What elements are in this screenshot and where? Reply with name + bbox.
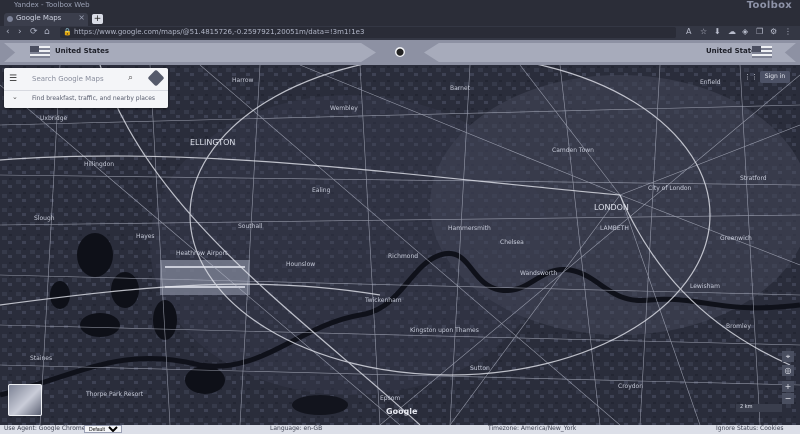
map-label[interactable]: Barnet bbox=[450, 85, 470, 92]
maps-favicon-icon bbox=[7, 16, 13, 22]
bookmark-icon[interactable]: A bbox=[686, 27, 691, 36]
compass-icon[interactable]: ⌖ bbox=[782, 351, 794, 362]
scale-bar[interactable]: 2 km bbox=[736, 404, 782, 412]
map-label[interactable]: Southall bbox=[238, 223, 262, 230]
map-label[interactable]: Epsom bbox=[380, 395, 400, 402]
map-label[interactable]: Hayes bbox=[136, 233, 155, 240]
map-label[interactable]: Bromley bbox=[726, 323, 751, 330]
window-title: Yandex - Toolbox Web bbox=[14, 1, 90, 9]
status-bar: Use Agent: Google Chrome Default Languag… bbox=[0, 425, 800, 434]
settings-icon[interactable]: ⚙ bbox=[770, 27, 777, 36]
map-label[interactable]: Staines bbox=[30, 355, 52, 362]
map-label[interactable]: Croydon bbox=[618, 383, 643, 390]
apps-grid-icon[interactable]: ⋮⋮ bbox=[744, 73, 758, 81]
user-agent-select[interactable]: Default bbox=[84, 425, 122, 433]
status-cookies: Ignore Status: Cookies bbox=[716, 425, 784, 432]
zoom-in-button[interactable]: + bbox=[782, 381, 794, 392]
sign-in-button[interactable]: Sign in bbox=[760, 71, 790, 83]
search-input[interactable]: Search Google Maps bbox=[32, 75, 104, 83]
extension-icon[interactable]: ◈ bbox=[742, 27, 748, 36]
tab-bar: Google Maps × + bbox=[0, 12, 800, 26]
new-tab-button[interactable]: + bbox=[92, 14, 103, 24]
satellite-map bbox=[0, 65, 800, 425]
map-canvas[interactable]: Harrow Wembley Ealing ELLINGTON Hillingd… bbox=[0, 65, 800, 425]
map-label[interactable]: City of London bbox=[648, 185, 691, 192]
map-label[interactable]: Stratford bbox=[740, 175, 767, 182]
us-flag-right-icon bbox=[752, 46, 772, 58]
address-toolbar: ‹ › ⟳ ⌂ 🔒 https://www.google.com/maps/@5… bbox=[0, 26, 800, 40]
map-label[interactable]: Hammersmith bbox=[448, 225, 491, 232]
left-country-label: United States bbox=[55, 47, 109, 55]
copy-icon[interactable]: ❐ bbox=[756, 27, 763, 36]
map-label[interactable]: Hounslow bbox=[286, 261, 315, 268]
status-user-agent: Use Agent: Google Chrome bbox=[4, 425, 86, 432]
toolbox-logo: Toolbox bbox=[746, 0, 792, 11]
scale-label: 2 km bbox=[740, 404, 753, 410]
star-icon[interactable]: ☆ bbox=[700, 27, 707, 36]
map-label[interactable]: Enfield bbox=[700, 79, 721, 86]
layer-toggle-thumbnail[interactable] bbox=[8, 384, 42, 416]
map-label[interactable]: Lewisham bbox=[690, 283, 720, 290]
map-label[interactable]: LAMBETH bbox=[600, 225, 629, 232]
download-icon[interactable]: ⬇ bbox=[714, 27, 721, 36]
forward-icon[interactable]: › bbox=[18, 27, 22, 37]
map-label[interactable]: Hillingdon bbox=[84, 161, 114, 168]
tab-google-maps[interactable]: Google Maps × bbox=[4, 13, 88, 26]
url-text[interactable]: https://www.google.com/maps/@51.4815726,… bbox=[74, 28, 364, 36]
lock-icon: 🔒 bbox=[63, 28, 72, 36]
locate-icon[interactable]: ◎ bbox=[782, 365, 794, 376]
cloud-icon[interactable]: ☁ bbox=[728, 27, 736, 36]
map-label[interactable]: Twickenham bbox=[365, 297, 402, 304]
map-label[interactable]: Slough bbox=[34, 215, 55, 222]
zoom-out-button[interactable]: − bbox=[782, 393, 794, 404]
map-label[interactable]: Heathrow Airport bbox=[176, 250, 227, 257]
window-titlebar: Yandex - Toolbox Web Toolbox bbox=[0, 0, 800, 12]
proxy-bar: United States ⬤ United States bbox=[0, 40, 800, 65]
more-icon[interactable]: ⋮ bbox=[784, 27, 792, 36]
map-label[interactable]: Harrow bbox=[232, 77, 253, 84]
chevron-down-icon[interactable]: ⌄ bbox=[12, 93, 18, 101]
us-flag-icon bbox=[30, 46, 50, 58]
directions-icon[interactable] bbox=[147, 69, 165, 87]
search-icon[interactable]: ⌕ bbox=[128, 73, 133, 83]
reload-icon[interactable]: ⟳ bbox=[30, 27, 38, 37]
map-label[interactable]: Kingston upon Thames bbox=[410, 327, 479, 334]
map-label[interactable]: Richmond bbox=[388, 253, 418, 260]
map-label[interactable]: Chelsea bbox=[500, 239, 524, 246]
map-label[interactable]: Sutton bbox=[470, 365, 490, 372]
back-icon[interactable]: ‹ bbox=[6, 27, 10, 37]
hamburger-menu-icon[interactable]: ☰ bbox=[9, 74, 17, 84]
google-logo: Google bbox=[386, 407, 418, 416]
status-language: Language: en-GB bbox=[270, 425, 323, 432]
home-icon[interactable]: ⌂ bbox=[44, 27, 50, 37]
search-panel: ☰ Search Google Maps ⌕ ⌄ Find breakfast,… bbox=[4, 68, 168, 108]
map-label[interactable]: Camden Town bbox=[552, 147, 594, 154]
map-label[interactable]: Thorpe Park Resort bbox=[86, 391, 143, 398]
search-divider bbox=[4, 90, 168, 91]
map-label[interactable]: Wembley bbox=[330, 105, 358, 112]
url-field[interactable]: 🔒 https://www.google.com/maps/@51.481572… bbox=[60, 27, 676, 38]
status-timezone: Timezone: America/New_York bbox=[488, 425, 577, 432]
tab-label: Google Maps bbox=[16, 14, 62, 22]
map-label[interactable]: Wandsworth bbox=[520, 270, 557, 277]
map-label[interactable]: ELLINGTON bbox=[190, 138, 235, 147]
map-label[interactable]: Ealing bbox=[312, 187, 330, 194]
search-hint[interactable]: Find breakfast, traffic, and nearby plac… bbox=[32, 95, 155, 102]
tab-close-icon[interactable]: × bbox=[78, 13, 85, 22]
connect-toggle-icon[interactable]: ⬤ bbox=[395, 47, 405, 57]
map-label[interactable]: Greenwich bbox=[720, 235, 752, 242]
map-label[interactable]: Uxbridge bbox=[40, 115, 67, 122]
map-label[interactable]: LONDON bbox=[594, 203, 629, 212]
